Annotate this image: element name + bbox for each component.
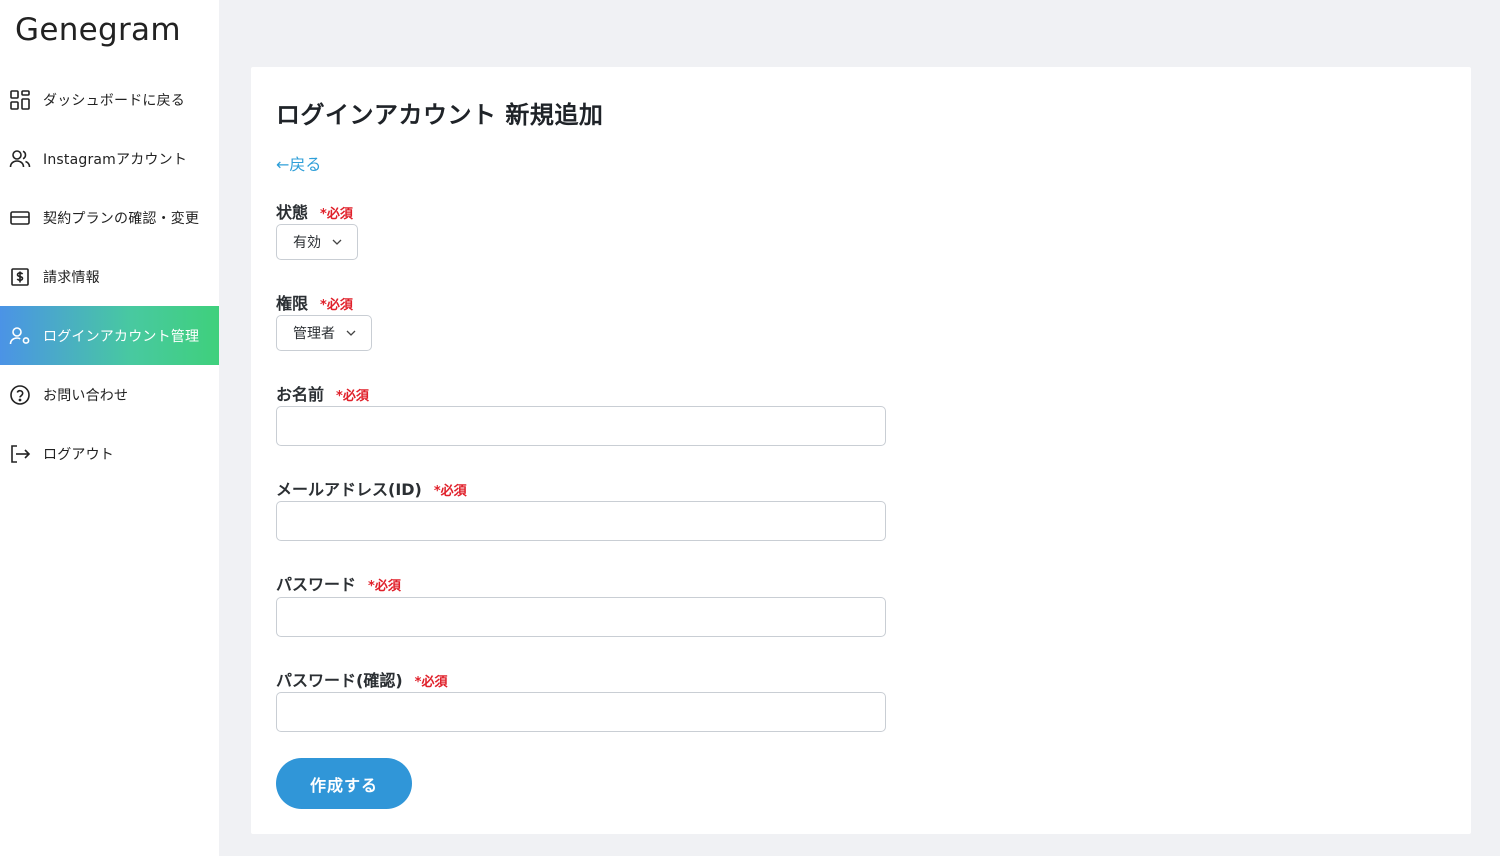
status-label-text: 状態 [276, 203, 309, 222]
required-mark: *必須 [320, 207, 353, 222]
form-card: ログインアカウント 新規追加 ←戻る 状態 *必須 有効 権限 *必須 管理者 … [251, 67, 1471, 834]
password-input[interactable] [276, 597, 886, 637]
app-logo[interactable]: Genegram [15, 12, 181, 48]
sidebar-item-label: ログインアカウント管理 [43, 328, 200, 345]
chevron-down-icon [331, 236, 343, 248]
name-input[interactable] [276, 406, 886, 446]
required-mark: *必須 [336, 389, 369, 404]
status-label: 状態 *必須 [276, 199, 353, 223]
email-label-text: メールアドレス(ID) [276, 480, 422, 499]
email-label: メールアドレス(ID) *必須 [276, 476, 467, 500]
sidebar-item-label: 請求情報 [43, 269, 100, 286]
password-label-text: パスワード [276, 575, 357, 594]
role-select[interactable]: 管理者 [276, 315, 372, 351]
sidebar-item-label: ログアウト [43, 446, 114, 463]
sidebar-item-billing[interactable]: 請求情報 [0, 247, 219, 306]
user-gear-icon [9, 325, 31, 347]
app-root: Genegram ダッシュボードに戻る Instagramアカウント 契約プラン… [0, 0, 1500, 856]
sidebar-item-label: ダッシュボードに戻る [43, 92, 185, 109]
create-button[interactable]: 作成する [276, 758, 412, 809]
password-label: パスワード *必須 [276, 571, 401, 595]
required-mark: *必須 [320, 298, 353, 313]
chevron-down-icon [345, 327, 357, 339]
question-circle-icon [9, 384, 31, 406]
page-title: ログインアカウント 新規追加 [276, 101, 604, 129]
required-mark: *必須 [414, 675, 448, 690]
sidebar-item-plan[interactable]: 契約プランの確認・変更 [0, 188, 219, 247]
status-select[interactable]: 有効 [276, 224, 358, 260]
logout-icon [9, 443, 31, 465]
password-confirm-input[interactable] [276, 692, 886, 732]
sidebar-item-label: お問い合わせ [43, 387, 129, 404]
role-label: 権限 *必須 [276, 290, 353, 314]
sidebar-item-contact[interactable]: お問い合わせ [0, 365, 219, 424]
role-select-value: 管理者 [293, 326, 335, 342]
sidebar-item-instagram[interactable]: Instagramアカウント [0, 129, 219, 188]
dashboard-grid-icon [9, 89, 31, 111]
name-label: お名前 *必須 [276, 381, 369, 405]
sidebar-item-label: 契約プランの確認・変更 [43, 210, 200, 227]
role-label-text: 権限 [276, 294, 309, 313]
sidebar: Genegram ダッシュボードに戻る Instagramアカウント 契約プラン… [0, 0, 219, 856]
sidebar-item-label: Instagramアカウント [43, 151, 188, 168]
sidebar-item-login-accounts[interactable]: ログインアカウント管理 [0, 306, 219, 365]
sidebar-item-dashboard[interactable]: ダッシュボードに戻る [0, 70, 219, 129]
sidebar-item-logout[interactable]: ログアウト [0, 424, 219, 483]
password-confirm-label: パスワード(確認) *必須 [276, 667, 447, 691]
invoice-dollar-icon [9, 266, 31, 288]
password-confirm-label-text: パスワード(確認) [276, 671, 403, 690]
required-mark: *必須 [368, 579, 401, 594]
credit-card-icon [9, 207, 31, 229]
required-mark: *必須 [433, 484, 467, 499]
name-label-text: お名前 [276, 385, 325, 404]
status-select-value: 有効 [293, 235, 321, 251]
users-icon [9, 148, 31, 170]
sidebar-nav: ダッシュボードに戻る Instagramアカウント 契約プランの確認・変更 請求… [0, 70, 219, 483]
email-input[interactable] [276, 501, 886, 541]
back-link[interactable]: ←戻る [276, 151, 321, 175]
